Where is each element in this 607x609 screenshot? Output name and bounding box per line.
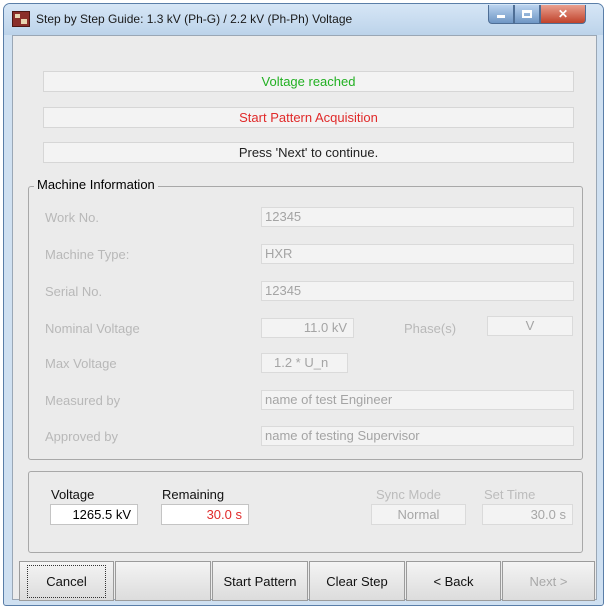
dialog-window: Step by Step Guide: 1.3 kV (Ph-G) / 2.2 …	[3, 3, 604, 606]
measured-by-label: Measured by	[45, 393, 121, 408]
max-voltage-field[interactable]: 1.2 * U_n	[261, 353, 348, 373]
blank-button[interactable]	[115, 561, 211, 601]
serial-no-label: Serial No.	[45, 284, 103, 299]
back-button[interactable]: < Back	[406, 561, 501, 601]
serial-no-field[interactable]: 12345	[261, 281, 574, 301]
work-no-label: Work No.	[45, 210, 99, 225]
window-title: Step by Step Guide: 1.3 kV (Ph-G) / 2.2 …	[36, 12, 353, 26]
maximize-button[interactable]	[514, 5, 540, 24]
app-icon	[12, 11, 30, 27]
sync-mode-label: Sync Mode	[376, 487, 442, 502]
remaining-value: 30.0 s	[161, 504, 249, 525]
minimize-icon	[497, 15, 505, 18]
nominal-voltage-label: Nominal Voltage	[45, 321, 140, 336]
status-start-pattern: Start Pattern Acquisition	[43, 107, 574, 128]
start-pattern-button[interactable]: Start Pattern	[212, 561, 308, 601]
approved-by-field[interactable]: name of testing Supervisor	[261, 426, 574, 446]
cancel-button[interactable]: Cancel	[19, 561, 114, 601]
remaining-label: Remaining	[162, 487, 225, 502]
status-press-next: Press 'Next' to continue.	[43, 142, 574, 163]
work-no-field[interactable]: 12345	[261, 207, 574, 227]
close-icon: ✕	[557, 7, 569, 21]
set-time-value: 30.0 s	[482, 504, 573, 525]
close-button[interactable]: ✕	[540, 5, 586, 24]
maximize-icon	[522, 10, 532, 18]
voltage-value: 1265.5 kV	[50, 504, 138, 525]
machine-type-label: Machine Type:	[45, 247, 130, 262]
clear-step-button[interactable]: Clear Step	[309, 561, 405, 601]
nominal-voltage-field[interactable]: 11.0 kV	[261, 318, 354, 338]
measured-by-field[interactable]: name of test Engineer	[261, 390, 574, 410]
minimize-button[interactable]	[488, 5, 514, 24]
set-time-label: Set Time	[484, 487, 536, 502]
phase-label: Phase(s)	[404, 321, 457, 336]
dialog-client-area: Voltage reached Start Pattern Acquisitio…	[12, 35, 597, 601]
status-voltage-reached: Voltage reached	[43, 71, 574, 92]
voltage-label: Voltage	[51, 487, 95, 502]
sync-mode-value: Normal	[371, 504, 466, 525]
machine-type-field[interactable]: HXR	[261, 244, 574, 264]
max-voltage-label: Max Voltage	[45, 356, 117, 371]
machine-information-legend: Machine Information	[34, 177, 158, 192]
approved-by-label: Approved by	[45, 429, 118, 444]
phase-field[interactable]: V	[487, 316, 573, 336]
title-bar[interactable]: Step by Step Guide: 1.3 kV (Ph-G) / 2.2 …	[4, 4, 603, 35]
next-button[interactable]: Next >	[502, 561, 595, 601]
cancel-button-label: Cancel	[27, 564, 106, 598]
